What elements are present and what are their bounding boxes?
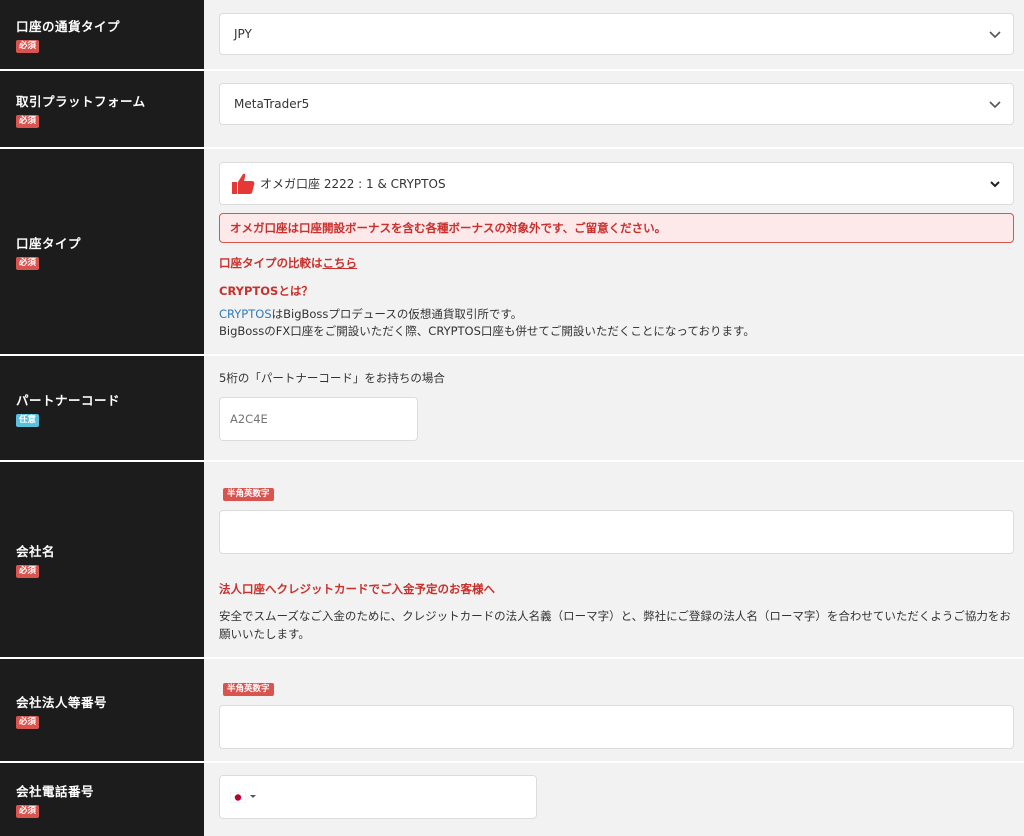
field-label-cell: パートナーコード 任意 <box>0 356 204 460</box>
optional-badge: 任意 <box>16 413 40 427</box>
cryptos-desc-1: はBigBossプロデュースの仮想通貨取引所です。 <box>271 307 523 321</box>
field-content: 半角英数字 法人口座へクレジットカードでご入金予定のお客様へ 安全でスムーズなご… <box>204 462 1024 657</box>
required-badge: 必須 <box>16 715 40 729</box>
credit-notice-text: 安全でスムーズなご入金のために、クレジットカードの法人名義（ローマ字）と、弊社に… <box>219 609 1011 641</box>
chevron-down-icon <box>990 180 1000 187</box>
required-badge: 必須 <box>16 114 40 128</box>
compare-text: 口座タイプの比較は <box>219 256 323 270</box>
field-content: MetaTrader5 <box>204 71 1024 147</box>
row-account-type: 口座タイプ 必須 オメガ口座 2222 : 1 & CRYPTOS オメガ口座は… <box>0 149 1024 356</box>
company-phone-label: 会社電話番号 <box>16 784 95 799</box>
field-content: オメガ口座 2222 : 1 & CRYPTOS オメガ口座は口座開設ボーナスを… <box>204 149 1024 354</box>
row-platform: 取引プラットフォーム 必須 MetaTrader5 <box>0 71 1024 149</box>
cryptos-desc-2: BigBossのFX口座をご開設いただく際、CRYPTOS口座も併せてご開設いた… <box>219 324 755 338</box>
company-name-label: 会社名 <box>16 544 56 559</box>
partner-label: パートナーコード <box>16 392 121 408</box>
alnum-tag: 半角英数字 <box>223 488 274 501</box>
field-label-cell: 会社名 必須 <box>0 462 204 657</box>
field-content <box>204 763 1024 836</box>
required-badge: 必須 <box>16 565 40 578</box>
company-phone-input[interactable] <box>219 775 537 819</box>
caret-down-icon <box>250 795 256 798</box>
account-type-value: オメガ口座 2222 : 1 & CRYPTOS <box>260 177 446 191</box>
bonus-alert: オメガ口座は口座開設ボーナスを含む各種ボーナスの対象外です、ご留意ください。 <box>219 213 1014 243</box>
field-content: 半角英数字 <box>204 659 1024 761</box>
required-badge: 必須 <box>16 40 40 53</box>
row-currency: 口座の通貨タイプ 必須 JPY <box>0 0 1024 71</box>
japan-flag-icon <box>230 791 246 803</box>
currency-value: JPY <box>234 27 252 41</box>
partner-note: 5桁の「パートナーコード」をお持ちの場合 <box>219 371 445 385</box>
account-type-label: 口座タイプ <box>16 236 82 251</box>
company-name-input[interactable] <box>219 510 1014 554</box>
field-label-cell: 口座の通貨タイプ 必須 <box>0 0 204 69</box>
platform-label: 取引プラットフォーム <box>16 93 146 109</box>
cryptos-link[interactable]: CRYPTOS <box>219 307 272 321</box>
field-content: 5桁の「パートナーコード」をお持ちの場合 <box>204 356 1024 460</box>
thumbs-up-icon <box>232 173 255 194</box>
field-label-cell: 会社電話番号 必須 <box>0 763 204 836</box>
field-label-cell: 会社法人等番号 必須 <box>0 659 204 761</box>
required-badge: 必須 <box>16 257 40 270</box>
platform-value: MetaTrader5 <box>234 97 310 111</box>
row-company-name: 会社名 必須 半角英数字 法人口座へクレジットカードでご入金予定のお客様へ 安全… <box>0 462 1024 659</box>
company-number-input[interactable] <box>219 705 1014 749</box>
row-company-phone: 会社電話番号 必須 <box>0 763 1024 836</box>
field-label-cell: 取引プラットフォーム 必須 <box>0 71 204 147</box>
company-number-label: 会社法人等番号 <box>16 694 108 710</box>
platform-select[interactable]: MetaTrader5 <box>219 83 1014 125</box>
row-partner-code: パートナーコード 任意 5桁の「パートナーコード」をお持ちの場合 <box>0 356 1024 462</box>
currency-select[interactable]: JPY <box>219 13 1014 55</box>
required-badge: 必須 <box>16 805 40 818</box>
country-selector[interactable] <box>230 791 257 803</box>
chevron-down-icon <box>989 31 1001 39</box>
cryptos-heading: CRYPTOSとは？ <box>219 284 313 298</box>
account-type-select[interactable]: オメガ口座 2222 : 1 & CRYPTOS <box>219 162 1014 205</box>
field-label-cell: 口座タイプ 必須 <box>0 149 204 354</box>
row-company-number: 会社法人等番号 必須 半角英数字 <box>0 659 1024 763</box>
compare-link[interactable]: こちら <box>323 256 358 270</box>
alnum-tag: 半角英数字 <box>223 683 274 696</box>
currency-label: 口座の通貨タイプ <box>16 19 121 34</box>
compare-line: 口座タイプの比較はこちら <box>219 255 1014 271</box>
credit-notice-heading: 法人口座へクレジットカードでご入金予定のお客様へ <box>219 582 495 596</box>
field-content: JPY <box>204 0 1024 69</box>
cryptos-description: CRYPTOSはBigBossプロデュースの仮想通貨取引所です。 BigBoss… <box>219 306 1014 340</box>
chevron-down-icon <box>989 101 1001 109</box>
partner-code-input[interactable] <box>219 397 418 441</box>
